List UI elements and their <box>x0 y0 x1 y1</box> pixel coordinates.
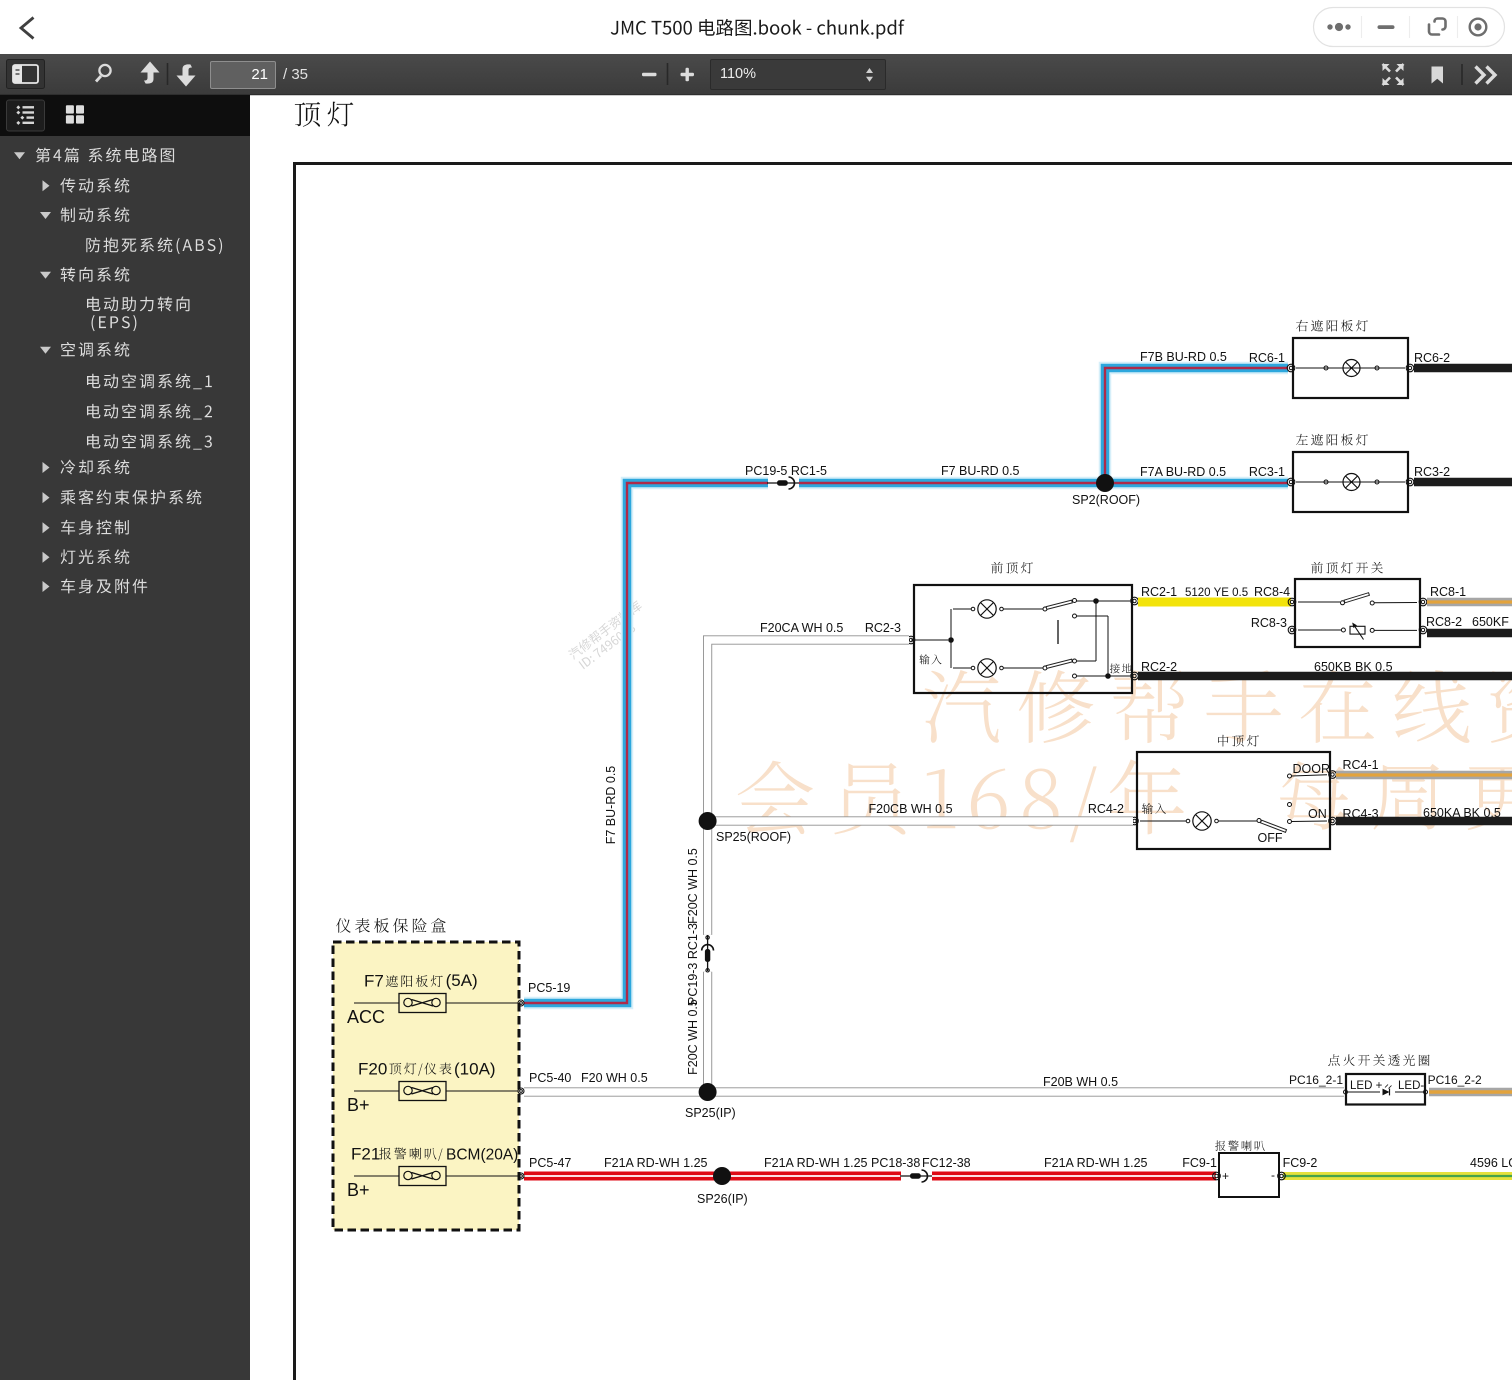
svg-text:SP25(ROOF): SP25(ROOF) <box>716 830 791 844</box>
svg-text:F20CB WH 0.5: F20CB WH 0.5 <box>869 802 953 816</box>
svg-text:PC16_2-1: PC16_2-1 <box>1289 1073 1343 1087</box>
svg-text:RC2-1: RC2-1 <box>1141 585 1177 599</box>
svg-text:ACC: ACC <box>347 1007 385 1027</box>
svg-text:F21A RD-WH 1.25: F21A RD-WH 1.25 <box>764 1156 868 1170</box>
svg-text:F21: F21 <box>351 1145 380 1164</box>
svg-text:RC8-3: RC8-3 <box>1251 616 1287 630</box>
svg-text:RC4-1: RC4-1 <box>1343 758 1379 772</box>
svg-text:ON: ON <box>1308 807 1327 821</box>
svg-text:+: + <box>1222 1169 1229 1183</box>
svg-text:F7B BU-RD 0.5: F7B BU-RD 0.5 <box>1140 350 1227 364</box>
svg-text:PC5-47: PC5-47 <box>529 1156 571 1170</box>
svg-text:F20 WH 0.5: F20 WH 0.5 <box>581 1071 648 1085</box>
svg-text:650KA BK 0.5: 650KA BK 0.5 <box>1423 806 1501 820</box>
svg-text:(5A): (5A) <box>446 971 478 990</box>
svg-text:LED-: LED- <box>1398 1080 1424 1092</box>
svg-text:-: - <box>1271 1168 1275 1182</box>
svg-text:F7: F7 <box>364 972 384 991</box>
svg-text:F20C WH 0.5: F20C WH 0.5 <box>686 848 700 924</box>
svg-text:SP2(ROOF): SP2(ROOF) <box>1072 493 1140 507</box>
svg-text:RC2-3: RC2-3 <box>865 621 901 635</box>
svg-text:RC6-1: RC6-1 <box>1249 351 1285 365</box>
svg-text:RC6-2: RC6-2 <box>1414 351 1450 365</box>
svg-text:LED +: LED + <box>1350 1080 1383 1092</box>
svg-text:FC9-2: FC9-2 <box>1283 1156 1318 1170</box>
svg-text:F20: F20 <box>358 1060 387 1079</box>
svg-text:PC5-40: PC5-40 <box>529 1071 571 1085</box>
svg-text:BCM(20A): BCM(20A) <box>446 1147 518 1164</box>
svg-text:F20C WH 0.5: F20C WH 0.5 <box>686 999 700 1075</box>
svg-text:F7A BU-RD 0.5: F7A BU-RD 0.5 <box>1140 465 1226 479</box>
svg-text:F21A RD-WH 1.25: F21A RD-WH 1.25 <box>604 1156 708 1170</box>
svg-text:PC16_2-2: PC16_2-2 <box>1428 1073 1482 1087</box>
svg-text:SP25(IP): SP25(IP) <box>685 1106 736 1120</box>
svg-text:RC8-4: RC8-4 <box>1254 585 1290 599</box>
svg-text:B+: B+ <box>347 1180 370 1200</box>
svg-text:F21A RD-WH 1.25: F21A RD-WH 1.25 <box>1044 1156 1148 1170</box>
svg-text:650KF BK: 650KF BK <box>1472 615 1512 629</box>
svg-text:FC12-38: FC12-38 <box>922 1156 971 1170</box>
svg-text:SP26(IP): SP26(IP) <box>697 1192 748 1206</box>
svg-text:RC2-2: RC2-2 <box>1141 660 1177 674</box>
svg-text:PC5-19: PC5-19 <box>528 981 570 995</box>
svg-text:F7 BU-RD 0.5: F7 BU-RD 0.5 <box>941 464 1020 478</box>
svg-text:4596 LG: 4596 LG <box>1470 1156 1512 1170</box>
svg-text:FC9-1: FC9-1 <box>1182 1156 1217 1170</box>
svg-text:F7 BU-RD 0.5: F7 BU-RD 0.5 <box>604 766 618 845</box>
svg-text:OFF: OFF <box>1258 831 1283 845</box>
svg-text:650KB BK 0.5: 650KB BK 0.5 <box>1314 660 1393 674</box>
svg-text:B+: B+ <box>347 1095 370 1115</box>
svg-text:DOOR: DOOR <box>1293 762 1331 776</box>
svg-text:5120 YE 0.5: 5120 YE 0.5 <box>1185 587 1248 599</box>
svg-text:RC8-1: RC8-1 <box>1430 585 1466 599</box>
svg-text:RC8-2: RC8-2 <box>1426 615 1462 629</box>
svg-text:F20CA WH 0.5: F20CA WH 0.5 <box>760 621 843 635</box>
svg-text:RC3-2: RC3-2 <box>1414 465 1450 479</box>
svg-text:PC18-38: PC18-38 <box>871 1156 920 1170</box>
svg-text:PC19-3 RC1-3: PC19-3 RC1-3 <box>686 923 700 1005</box>
svg-text:F20B WH 0.5: F20B WH 0.5 <box>1043 1075 1118 1089</box>
svg-text:RC3-1: RC3-1 <box>1249 465 1285 479</box>
svg-text:RC4-2: RC4-2 <box>1088 802 1124 816</box>
svg-text:(10A): (10A) <box>454 1060 496 1079</box>
svg-text:RC4-3: RC4-3 <box>1343 807 1379 821</box>
svg-text:PC19-5 RC1-5: PC19-5 RC1-5 <box>745 464 827 478</box>
